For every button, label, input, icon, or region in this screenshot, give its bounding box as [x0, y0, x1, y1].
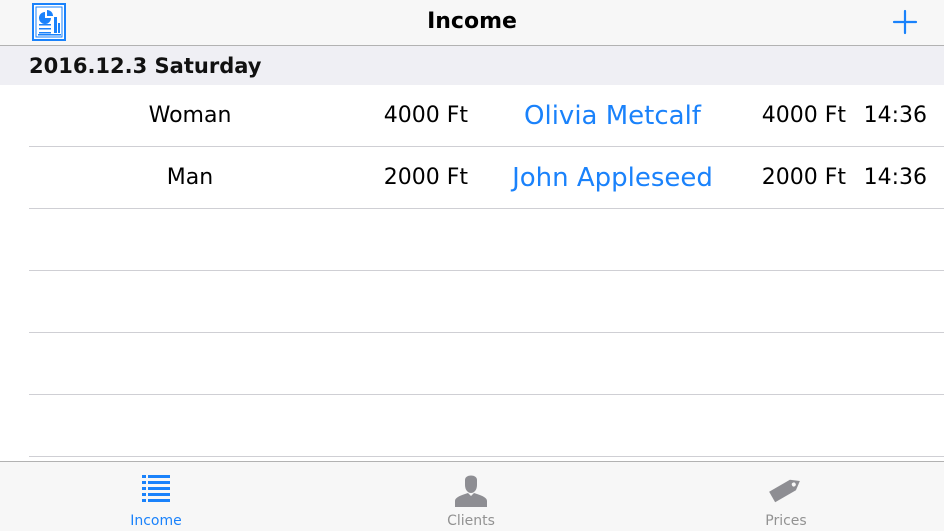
table-row[interactable]: Man 2000 Ft John Appleseed 2000 Ft 14:36	[0, 147, 944, 209]
price-tag-icon	[768, 471, 804, 507]
plus-icon[interactable]	[892, 9, 918, 35]
row-separator	[29, 456, 944, 457]
tab-label: Prices	[765, 513, 807, 529]
tab-label: Income	[130, 513, 182, 529]
tab-clients[interactable]: Clients	[371, 462, 571, 531]
income-table[interactable]: Woman 4000 Ft Olivia Metcalf 4000 Ft 14:…	[0, 85, 944, 461]
service-price: 2000 Ft	[383, 165, 468, 190]
client-link[interactable]: John Appleseed	[480, 147, 745, 209]
table-row[interactable]: Woman 4000 Ft Olivia Metcalf 4000 Ft 14:…	[0, 85, 944, 147]
empty-row	[0, 271, 944, 333]
time-value: 14:36	[863, 165, 927, 190]
client-link[interactable]: Olivia Metcalf	[480, 85, 745, 147]
empty-row	[0, 209, 944, 271]
navigation-bar: Income	[0, 0, 944, 46]
tab-income[interactable]: Income	[56, 462, 256, 531]
paid-amount: 4000 Ft	[761, 103, 846, 128]
service-type: Man	[166, 165, 214, 190]
paid-amount: 2000 Ft	[761, 165, 846, 190]
time-value: 14:36	[863, 103, 927, 128]
section-date-title: 2016.12.3 Saturday	[29, 54, 262, 78]
section-header: 2016.12.3 Saturday	[0, 46, 944, 85]
page-title: Income	[427, 9, 517, 34]
tab-bar: Income Clients Prices	[0, 461, 944, 531]
person-icon	[453, 471, 489, 507]
list-icon	[138, 471, 174, 507]
empty-row	[0, 395, 944, 457]
tab-label: Clients	[447, 513, 495, 529]
empty-row	[0, 333, 944, 395]
income-screen: Income 2016.12.3 Saturday Woman 4000 Ft …	[0, 0, 944, 531]
tab-prices[interactable]: Prices	[686, 462, 886, 531]
service-price: 4000 Ft	[383, 103, 468, 128]
service-type: Woman	[148, 103, 232, 128]
